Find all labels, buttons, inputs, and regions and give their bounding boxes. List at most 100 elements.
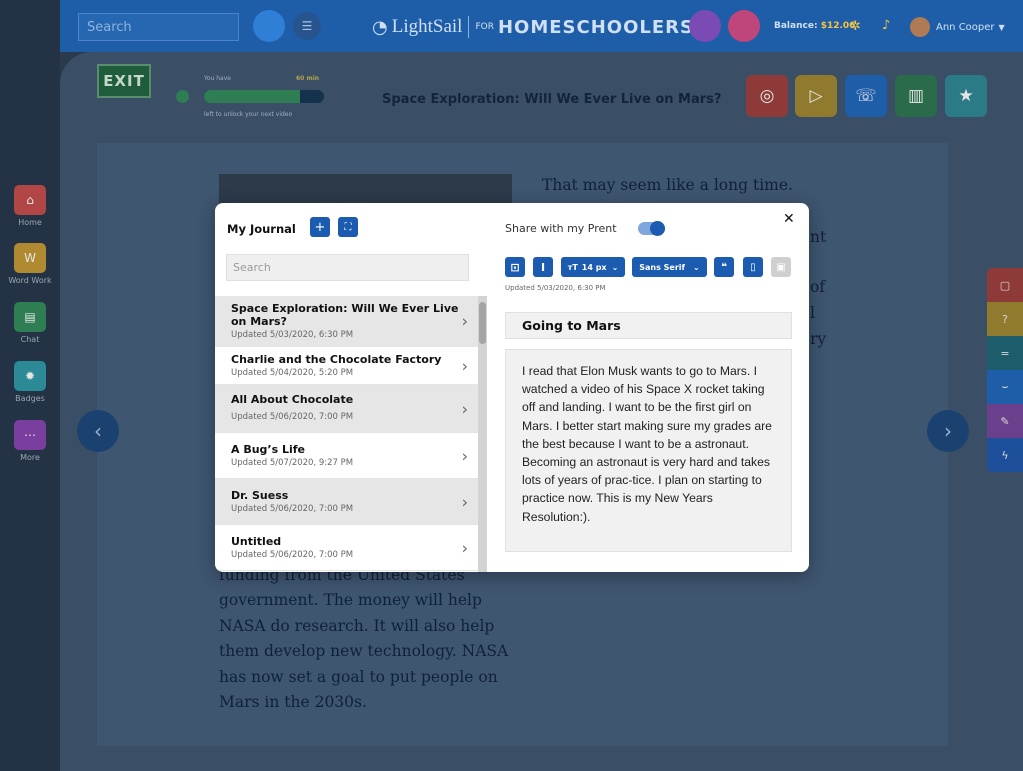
list-item[interactable]: Untitled Updated 5/06/2020, 7:00 PM › [215,525,478,571]
chevron-right-icon: › [461,538,468,557]
entry-title: Dr. Suess [231,489,289,502]
brand-suffix: HOMESCHOOLERS [497,16,694,38]
global-search-input[interactable]: Search [78,13,239,41]
next-page-button[interactable]: › [927,410,969,452]
wrench-icon[interactable]: ✎ [987,404,1023,438]
sidebar-item-label: Badges [15,394,45,403]
notification-bell-icon[interactable]: ♪ [882,18,890,33]
insert-image-icon[interactable]: ⊡ [505,257,525,277]
user-name: Ann Cooper [936,21,995,33]
share-toggle[interactable] [638,221,665,236]
highlight-icon[interactable]: ⌣ [987,370,1023,404]
entry-title-field[interactable]: Going to Mars [505,312,792,339]
sidebar-item-label: More [20,453,40,462]
page-text-fragment: ry [810,330,827,348]
sidebar-item-badges[interactable]: ✹ Badges [0,361,60,403]
chevron-right-icon: › [461,356,468,375]
text-cursor-icon[interactable]: I [533,257,553,277]
progress-bar [204,90,324,103]
progress-minutes: 60 min [296,75,320,82]
list-item[interactable]: All About Chocolate Updated 5/06/2020, 7… [215,385,478,433]
sidebar-item-word-work[interactable]: W Word Work [0,243,60,285]
sidebar-item-chat[interactable]: ▤ Chat [0,302,60,344]
top-bar-corner [0,0,60,52]
font-family-value: Sans Serif [639,262,686,272]
journal-title: My Journal [227,222,296,236]
menu-icon[interactable]: ☰ [293,12,321,40]
settings-gear-icon[interactable]: ✲ [850,19,861,34]
journal-modal: My Journal + ⛶ Search Space Exploration:… [215,203,809,572]
entry-updated: Updated 5/06/2020, 7:00 PM [231,550,354,560]
sidebar-item-more[interactable]: ⋯ More [0,420,60,462]
expand-icon[interactable]: ⛶ [338,217,358,237]
help-icon[interactable]: ? [987,302,1023,336]
entry-updated-timestamp: Updated 5/03/2020, 6:30 PM [505,284,606,292]
chevron-right-icon: › [461,492,468,511]
list-item[interactable]: Dr. Suess Updated 5/06/2020, 7:00 PM › [215,479,478,525]
quote-icon[interactable]: ❝ [714,257,734,277]
star-icon[interactable]: ★ [945,75,987,117]
journal-entry-list: Space Exploration: Will We Ever Live on … [215,296,487,572]
notes-icon[interactable]: = [987,336,1023,370]
profile-circle-button[interactable] [253,10,285,42]
word-work-icon: W [14,243,46,273]
left-sidebar: ⌂ Home W Word Work ▤ Chat ✹ Badges ⋯ Mor… [0,52,60,771]
play-icon[interactable]: ▷ [795,75,837,117]
font-family-select[interactable]: Sans Serif ⌄ [632,257,707,277]
entry-updated: Updated 5/04/2020, 5:20 PM [231,368,354,378]
brand-name: LightSail [391,16,463,37]
entry-title: Untitled [231,535,282,548]
chevron-down-icon: ▼ [998,22,1005,32]
list-item[interactable]: Space Exploration: Will We Ever Live on … [215,296,478,347]
list-item[interactable]: A Bug’s Life Updated 5/07/2020, 9:27 PM … [215,433,478,479]
save-icon[interactable]: ▣ [771,257,791,277]
avatar-pink-button[interactable] [728,10,760,42]
exit-button[interactable]: EXIT [97,64,151,98]
page-text-fragment: of [810,278,826,296]
entry-title: A Bug’s Life [231,443,306,456]
avatar [910,17,930,37]
badge-icon: ✹ [14,361,46,391]
chevron-down-icon: ⌄ [611,262,619,272]
close-icon[interactable]: ✕ [783,211,795,227]
home-icon: ⌂ [14,185,46,215]
list-scrollbar-thumb[interactable] [479,302,486,344]
user-menu[interactable]: Ann Cooper ▼ [910,17,1005,37]
right-tool-tabs: ▢ ? = ⌣ ✎ ϟ [987,268,1023,472]
list-item[interactable]: Charlie and the Chocolate Factory Update… [215,347,478,385]
add-entry-button[interactable]: + [310,217,330,237]
page-text-fragment: nt [810,228,827,246]
brand-for: FOR [475,22,494,32]
book-icon[interactable]: ▥ [895,75,937,117]
listen-icon[interactable]: ☏ [845,75,887,117]
balance-label: Balance: [774,21,818,31]
sidebar-item-label: Chat [20,335,40,344]
brand-divider [468,16,470,38]
page-text-fragment: l [810,304,815,322]
chevron-down-icon: ⌄ [693,262,700,272]
chevron-right-icon: › [461,311,468,331]
entry-body-textarea[interactable]: I read that Elon Musk wants to go to Mar… [505,349,792,552]
progress-top-label: You have [204,75,231,82]
trash-icon[interactable]: ▯ [743,257,763,277]
chevron-right-icon: › [461,399,468,418]
lightsail-logo-icon: ◔ [372,16,388,38]
page-image [219,174,512,204]
sidebar-item-home[interactable]: ⌂ Home [0,185,60,227]
avatar-purple-button[interactable] [689,10,721,42]
progress-bar-fill [204,90,300,103]
balance: Balance: $12.06 [774,21,855,31]
target-icon[interactable]: ◎ [746,75,788,117]
lightning-icon[interactable]: ϟ [987,438,1023,472]
share-label: Share with my Prent [505,222,617,235]
font-size-select[interactable]: тT 14 px ⌄ [561,257,625,277]
entry-title: Space Exploration: Will We Ever Live on … [231,302,459,328]
entry-updated: Updated 5/07/2020, 9:27 PM [231,458,354,468]
top-bar: Search ☰ ◔ LightSail FOR HOMESCHOOLERS B… [0,0,1023,52]
journal-search-input[interactable]: Search [226,254,469,281]
comment-icon[interactable]: ▢ [987,268,1023,302]
font-size-icon: тT [567,262,578,272]
sidebar-item-label: Home [18,218,42,227]
previous-page-button[interactable]: ‹ [77,410,119,452]
entry-updated: Updated 5/06/2020, 7:00 PM [231,504,354,514]
